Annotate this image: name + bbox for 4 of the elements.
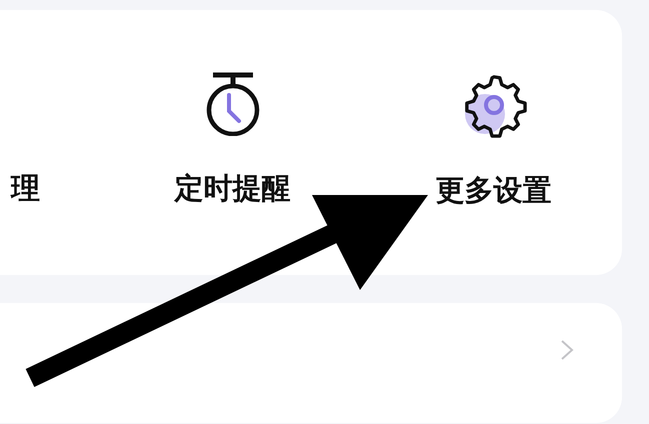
shortcut-label[interactable]: 理 (11, 174, 40, 203)
shortcut-label[interactable]: 定时提醒 (174, 174, 290, 203)
chevron-right-icon[interactable] (560, 339, 574, 361)
shortcut-label[interactable]: 更多设置 (436, 176, 552, 205)
